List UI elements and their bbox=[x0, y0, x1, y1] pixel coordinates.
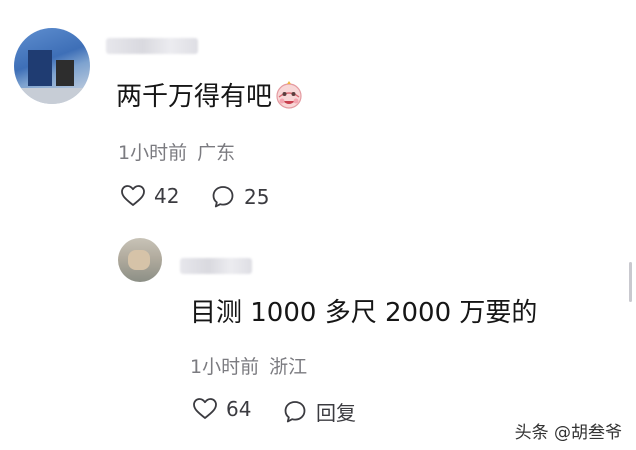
reply-count-button[interactable]: 25 bbox=[210, 184, 269, 210]
reply-meta: 1小时前 浙江 bbox=[190, 352, 307, 379]
comment-text: 两千万得有吧 bbox=[116, 80, 304, 114]
watermark: 头条 @胡叁爷 bbox=[514, 423, 622, 443]
reply-button[interactable]: 回复 bbox=[282, 397, 356, 426]
reply-count: 25 bbox=[244, 185, 270, 209]
blurred-username[interactable] bbox=[106, 38, 198, 54]
reply-text: 目测 1000 多尺 2000 万要的 bbox=[190, 298, 538, 328]
reply-time: 1小时前 bbox=[190, 356, 260, 378]
like-count: 42 bbox=[154, 184, 180, 208]
speech-bubble-icon bbox=[212, 186, 234, 208]
comment-location: 广东 bbox=[197, 142, 236, 164]
reply-like-count: 64 bbox=[226, 397, 252, 421]
reply-user-avatar[interactable] bbox=[118, 238, 162, 282]
user-avatar[interactable] bbox=[14, 28, 90, 104]
heart-icon bbox=[193, 398, 217, 419]
reply-button-label: 回复 bbox=[316, 401, 356, 425]
like-button[interactable]: 42 bbox=[120, 184, 179, 208]
reply-like-button[interactable]: 64 bbox=[192, 397, 251, 421]
speech-bubble-icon bbox=[284, 400, 306, 422]
heart-icon bbox=[121, 185, 145, 206]
comment-body: 两千万得有吧 bbox=[116, 82, 273, 112]
reply-location: 浙江 bbox=[269, 356, 308, 378]
crying-laughing-face-icon bbox=[274, 80, 304, 110]
scrollbar[interactable] bbox=[629, 262, 632, 302]
blurred-reply-username[interactable] bbox=[180, 258, 252, 274]
comment-meta: 1小时前 广东 bbox=[118, 138, 235, 165]
comment-time: 1小时前 bbox=[118, 142, 188, 164]
